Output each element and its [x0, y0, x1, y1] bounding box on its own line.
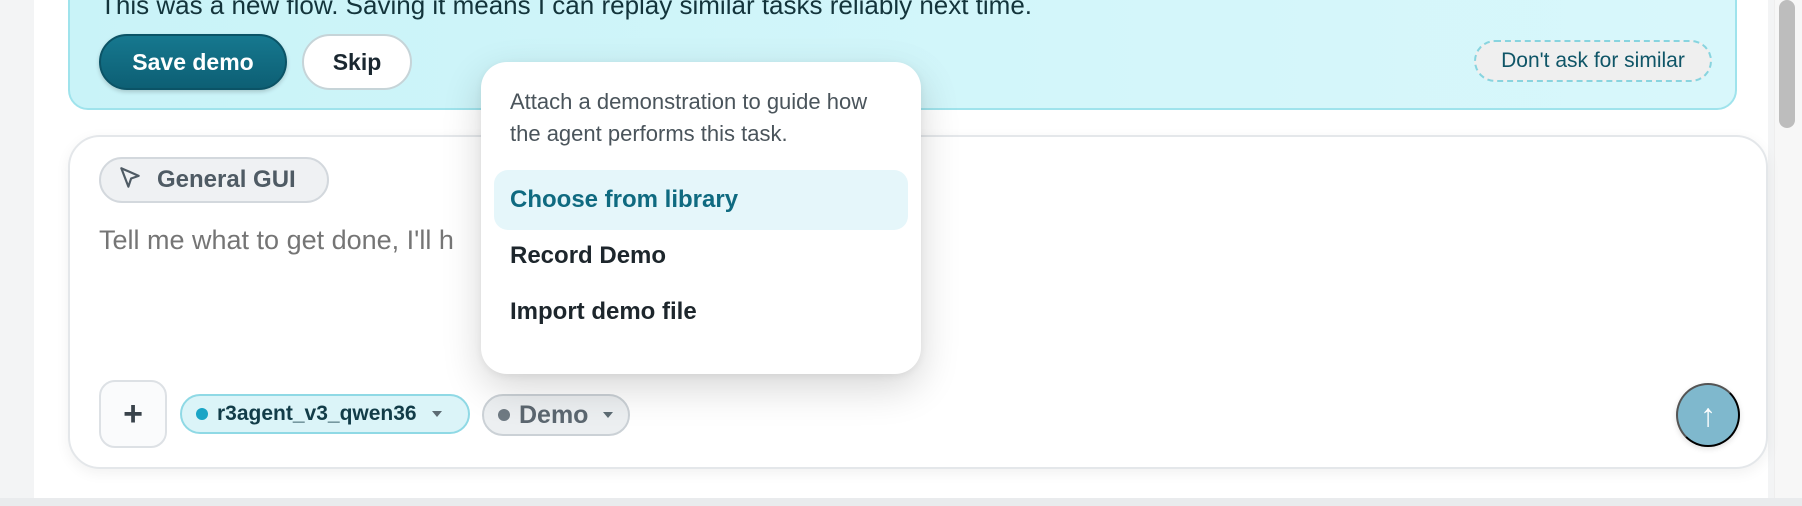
mode-selector[interactable]: General GUI [99, 157, 329, 203]
prompt-input[interactable] [99, 225, 519, 256]
banner-message: This was a new flow. Saving it means I c… [100, 0, 1033, 20]
dont-ask-similar-button[interactable]: Don't ask for similar [1474, 40, 1712, 82]
menu-item-import-demo-file[interactable]: Import demo file [494, 282, 908, 342]
demo-selector[interactable]: Demo [482, 394, 630, 436]
demo-label: Demo [519, 400, 589, 429]
add-attachment-button[interactable]: + [99, 380, 167, 448]
menu-item-choose-from-library[interactable]: Choose from library [494, 170, 908, 230]
demo-menu-popover: Attach a demonstration to guide how the … [481, 62, 921, 374]
agent-label: r3agent_v3_qwen36 [217, 402, 417, 425]
demo-status-dot [498, 409, 510, 421]
chevron-down-icon [603, 412, 614, 418]
chevron-down-icon [431, 411, 442, 417]
skip-button[interactable]: Skip [302, 34, 412, 90]
bottom-strip [0, 498, 1802, 506]
send-button[interactable]: ↑ [1676, 383, 1740, 447]
app-viewport: This was a new flow. Saving it means I c… [0, 0, 1802, 506]
cursor-arrow-icon [117, 165, 143, 196]
arrow-up-icon: ↑ [1700, 396, 1716, 433]
plus-icon: + [123, 394, 143, 433]
mode-label: General GUI [157, 166, 296, 193]
save-demo-button[interactable]: Save demo [99, 34, 287, 90]
scrollbar-thumb[interactable] [1779, 0, 1795, 128]
agent-status-dot [196, 408, 208, 420]
menu-item-record-demo[interactable]: Record Demo [494, 226, 908, 286]
demo-menu-description: Attach a demonstration to guide how the … [510, 89, 868, 146]
agent-selector[interactable]: r3agent_v3_qwen36 [180, 394, 470, 434]
